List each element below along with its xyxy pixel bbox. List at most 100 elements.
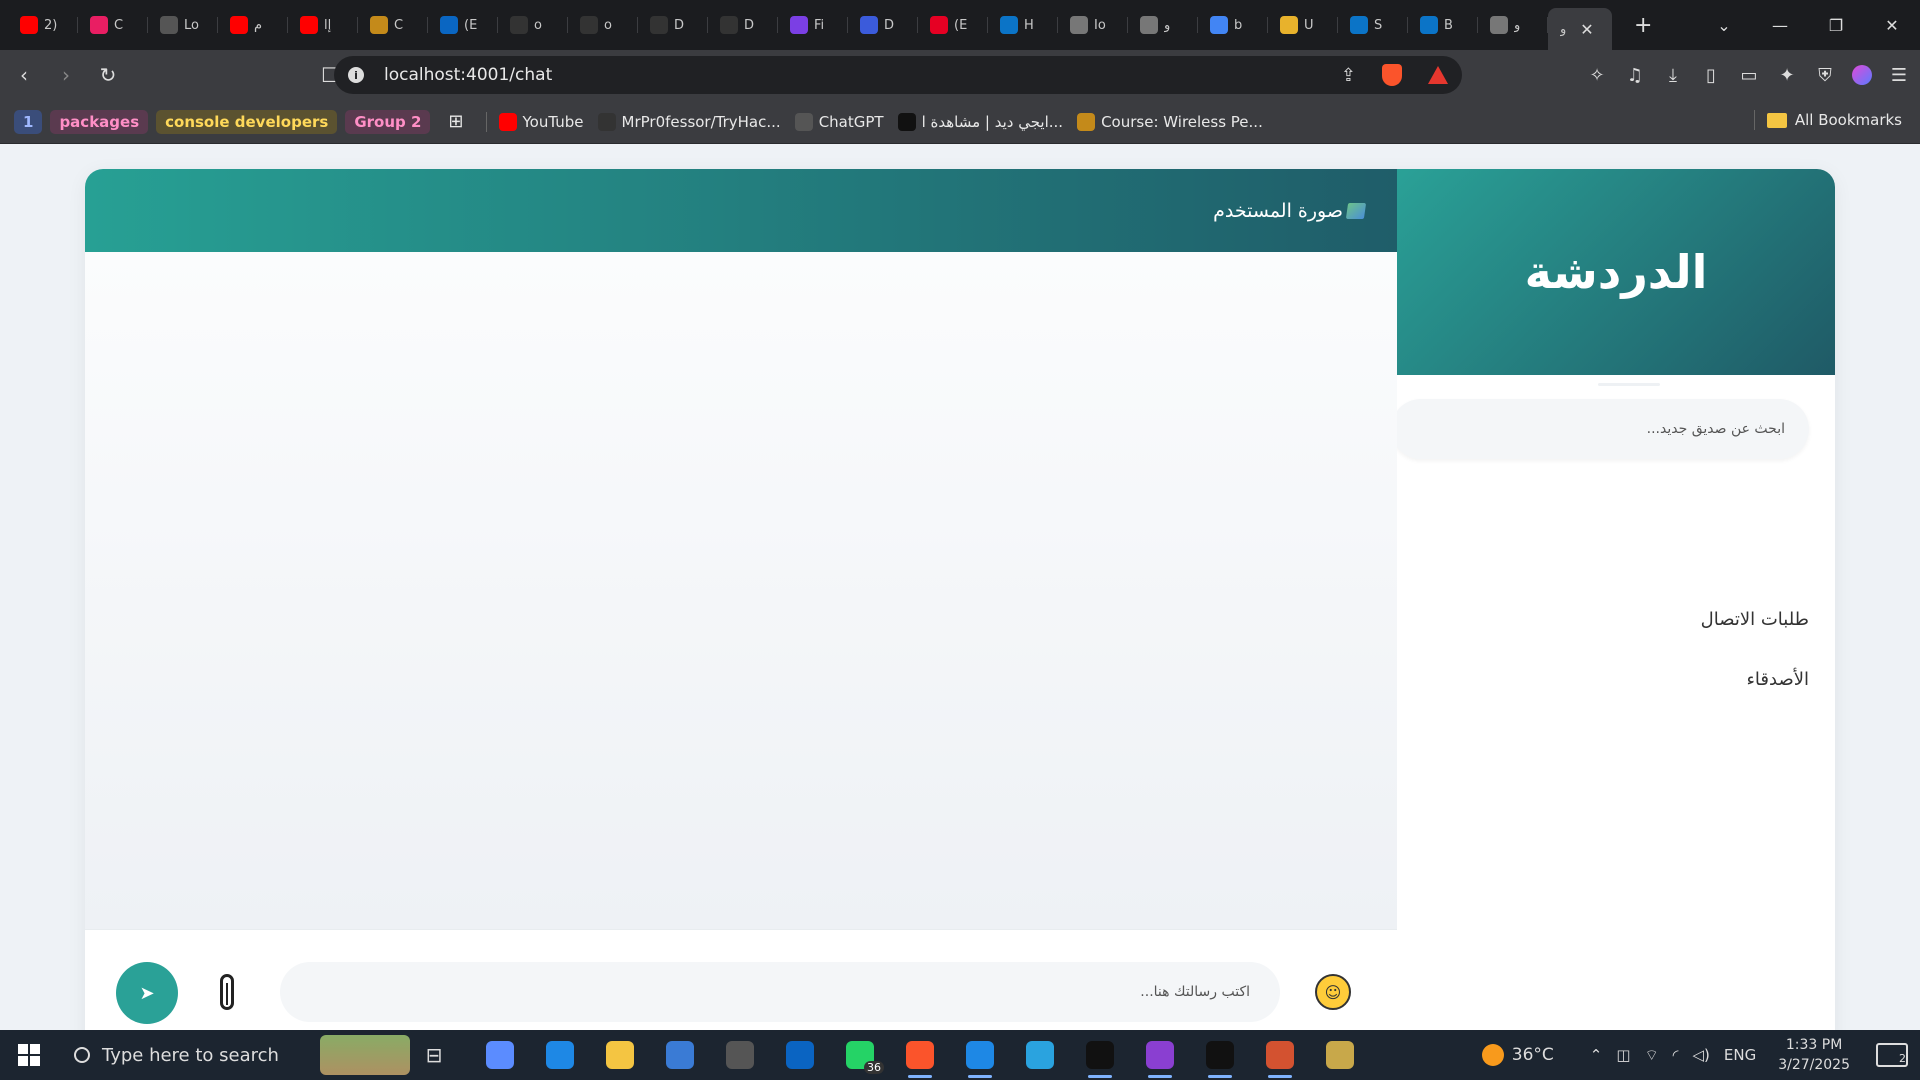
tab-group-console-developers[interactable]: console developers	[156, 109, 338, 134]
taskbar-app-brave[interactable]	[890, 1030, 950, 1080]
browser-tab[interactable]: C	[78, 5, 148, 45]
bookmark-item[interactable]: YouTube	[498, 112, 584, 131]
tab-group-packages[interactable]: packages	[50, 109, 149, 134]
emoji-icon[interactable]: ☺	[1315, 974, 1351, 1010]
clock[interactable]: 1:33 PM 3/27/2025	[1778, 1035, 1850, 1075]
wallet-icon[interactable]: ▭	[1738, 60, 1760, 90]
browser-tab[interactable]: و	[1478, 5, 1548, 45]
share-icon[interactable]: ⇪	[1341, 65, 1356, 86]
send-button[interactable]: ➤	[116, 962, 178, 1024]
attach-paperclip-icon[interactable]	[220, 974, 234, 1010]
taskbar-app-edge[interactable]	[530, 1030, 590, 1080]
browser-tab[interactable]: D	[638, 5, 708, 45]
apps-grid-icon[interactable]: ⊞	[448, 111, 463, 132]
browser-tab[interactable]: H	[988, 5, 1058, 45]
brave-shields-icon[interactable]	[1382, 64, 1402, 86]
camera-icon[interactable]: ◫	[1616, 1046, 1630, 1064]
browser-tab[interactable]: Io	[1058, 5, 1128, 45]
site-info-icon[interactable]: i	[348, 67, 364, 83]
browser-tab[interactable]: و	[1128, 5, 1198, 45]
bookmarks-separator	[1753, 110, 1755, 130]
volume-icon[interactable]: ◁)	[1692, 1046, 1709, 1064]
browser-tab[interactable]: S	[1338, 5, 1408, 45]
tab-group-2[interactable]: Group 2	[345, 109, 431, 134]
media-music-icon[interactable]: ♫	[1624, 60, 1646, 90]
weather-widget[interactable]: 36°C	[1481, 1044, 1554, 1066]
bookmark-label: ChatGPT	[818, 112, 884, 131]
sidebar-toggle-icon[interactable]: ▯	[1700, 60, 1722, 90]
copilot-icon	[486, 1041, 514, 1069]
browser-tab[interactable]: B	[1408, 5, 1478, 45]
new-tab-button[interactable]: +	[1634, 13, 1652, 38]
maximize-button[interactable]: ❐	[1808, 16, 1864, 35]
taskbar-app-telegram[interactable]	[1010, 1030, 1070, 1080]
browser-tab[interactable]: (E	[428, 5, 498, 45]
reload-button[interactable]: ↻	[90, 57, 126, 93]
taskbar-app-capcut[interactable]	[1190, 1030, 1250, 1080]
taskbar-app-app[interactable]	[1070, 1030, 1130, 1080]
browser-tab[interactable]: إا	[288, 5, 358, 45]
language-indicator[interactable]: ENG	[1724, 1046, 1756, 1064]
taskbar-search[interactable]: Type here to search	[58, 1030, 320, 1080]
browser-tab[interactable]: o	[568, 5, 638, 45]
wifi-icon[interactable]: ◜	[1673, 1046, 1679, 1064]
address-bar[interactable]: i localhost:4001/chat ⇪	[334, 56, 1462, 94]
brave-rewards-icon[interactable]	[1428, 66, 1448, 84]
close-tab-icon[interactable]: ✕	[1580, 20, 1593, 39]
tab-group-1[interactable]: 1	[14, 109, 43, 134]
messages-area[interactable]	[85, 252, 1397, 929]
minimize-button[interactable]: —	[1752, 16, 1808, 35]
browser-tab[interactable]: b	[1198, 5, 1268, 45]
taskbar-app-vscode[interactable]	[950, 1030, 1010, 1080]
bookmark-item[interactable]: MrPr0fessor/TryHac...	[597, 112, 781, 131]
profile-avatar-icon[interactable]	[1852, 65, 1872, 85]
friend-search-input[interactable]	[1391, 399, 1809, 459]
bookmark-item[interactable]: Course: Wireless Pe...	[1077, 112, 1263, 131]
url-text[interactable]: localhost:4001/chat	[384, 65, 552, 85]
vpn-shield-icon[interactable]: ⛨	[1814, 60, 1836, 90]
taskbar-app-league[interactable]	[1310, 1030, 1370, 1080]
extensions-puzzle-icon[interactable]: ✧	[1586, 60, 1608, 90]
notifications-icon[interactable]: 2	[1876, 1043, 1908, 1067]
browser-tab[interactable]: D	[848, 5, 918, 45]
forward-button[interactable]: ›	[48, 57, 84, 93]
search-highlight-image[interactable]	[320, 1035, 410, 1075]
taskbar-app-app2[interactable]	[1130, 1030, 1190, 1080]
browser-tab[interactable]: o	[498, 5, 568, 45]
hidden-icons-chevron-icon[interactable]: ⌃	[1590, 1046, 1603, 1064]
friends-label[interactable]: الأصدقاء	[1746, 669, 1809, 690]
browser-tab[interactable]: Lo	[148, 5, 218, 45]
browser-tab[interactable]: U	[1268, 5, 1338, 45]
downloads-icon[interactable]: ⤓	[1662, 60, 1684, 90]
youtube-icon	[498, 112, 517, 131]
browser-tab[interactable]: C	[358, 5, 428, 45]
taskbar-app-outlook[interactable]	[770, 1030, 830, 1080]
close-window-button[interactable]: ✕	[1864, 16, 1920, 35]
taskbar-app-store[interactable]	[650, 1030, 710, 1080]
all-bookmarks-button[interactable]: All Bookmarks	[1750, 110, 1902, 130]
taskbar-app-obs[interactable]	[710, 1030, 770, 1080]
taskbar-app-copilot[interactable]	[470, 1030, 530, 1080]
tab-search-icon[interactable]: ⌄	[1696, 16, 1752, 35]
menu-icon[interactable]: ☰	[1888, 60, 1910, 90]
bookmark-item[interactable]: ايجي ديد | مشاهدة ا...	[897, 112, 1063, 131]
browser-tab[interactable]: D	[708, 5, 778, 45]
bookmark-item[interactable]: ChatGPT	[794, 112, 884, 131]
active-tab[interactable]: و ✕	[1548, 8, 1612, 50]
taskbar-app-powerpoint[interactable]	[1250, 1030, 1310, 1080]
message-input[interactable]	[280, 962, 1280, 1022]
google-icon	[1210, 16, 1228, 34]
network-icon[interactable]: ⌔	[1645, 1046, 1659, 1065]
taskbar-app-whatsapp[interactable]: 36	[830, 1030, 890, 1080]
browser-tab[interactable]: (E	[918, 5, 988, 45]
back-button[interactable]: ‹	[6, 57, 42, 93]
connection-requests-label[interactable]: طلبات الاتصال	[1701, 609, 1809, 630]
browser-tab[interactable]: 2)	[8, 5, 78, 45]
leo-ai-icon[interactable]: ✦	[1776, 60, 1798, 90]
windows-taskbar: Type here to search ⊟ 36 36°C ⌃ ◫ ⌔ ◜ ◁)…	[0, 1030, 1920, 1080]
task-view-icon[interactable]: ⊟	[410, 1030, 458, 1080]
browser-tab[interactable]: م	[218, 5, 288, 45]
browser-tab[interactable]: Fi	[778, 5, 848, 45]
start-button[interactable]	[0, 1030, 58, 1080]
taskbar-app-file-explorer[interactable]	[590, 1030, 650, 1080]
